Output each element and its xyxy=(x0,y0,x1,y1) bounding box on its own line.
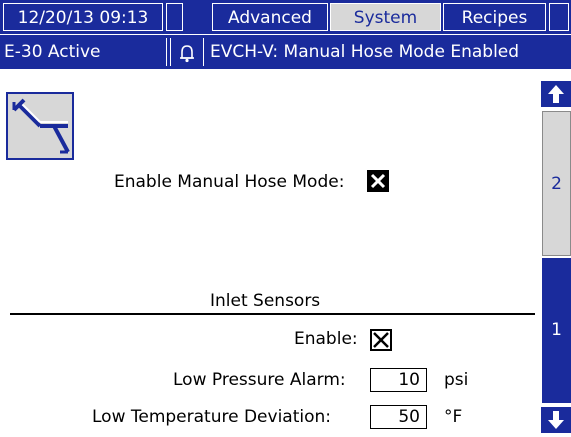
page-navigator: 2 1 xyxy=(541,70,571,437)
alarm-divider xyxy=(166,38,167,66)
page-tab-1[interactable]: 1 xyxy=(542,258,571,403)
low-pressure-alarm-label: Low Pressure Alarm: xyxy=(173,370,346,390)
tab-system[interactable]: System xyxy=(330,3,441,31)
setup-mode-icon[interactable] xyxy=(6,92,74,160)
event-message-text: EVCH-V: Manual Hose Mode Enabled xyxy=(210,42,520,62)
tab-scroll-right[interactable] xyxy=(549,3,569,31)
bell-icon xyxy=(176,42,198,64)
active-error-text: E-30 Active xyxy=(4,42,101,62)
main-content: Enable Manual Hose Mode: Inlet Sensors E… xyxy=(0,70,541,437)
alarm-divider xyxy=(170,38,171,66)
top-status-bar: 12/20/13 09:13 Advanced System Recipes xyxy=(0,0,571,34)
tab-advanced[interactable]: Advanced xyxy=(212,3,328,31)
manual-hose-mode-checkbox[interactable] xyxy=(367,170,389,192)
alarm-divider xyxy=(203,38,204,66)
alarm-bar: E-30 Active EVCH-V: Manual Hose Mode Ena… xyxy=(0,35,571,69)
low-temperature-deviation-unit: °F xyxy=(444,407,463,427)
page-tab-2[interactable]: 2 xyxy=(542,111,571,256)
low-temperature-deviation-label: Low Temperature Deviation: xyxy=(92,407,332,427)
inlet-sensors-heading: Inlet Sensors xyxy=(210,291,321,311)
status-tab-spacer xyxy=(166,3,183,31)
low-pressure-alarm-unit: psi xyxy=(444,370,469,390)
low-temperature-deviation-field[interactable]: 50 xyxy=(370,405,427,429)
manual-hose-mode-label: Enable Manual Hose Mode: xyxy=(114,172,345,192)
arrow-down-icon[interactable] xyxy=(541,407,571,433)
datetime-display: 12/20/13 09:13 xyxy=(3,3,163,31)
inlet-enable-checkbox[interactable] xyxy=(370,329,392,351)
low-pressure-alarm-field[interactable]: 10 xyxy=(370,368,427,392)
tab-recipes[interactable]: Recipes xyxy=(443,3,546,31)
section-divider xyxy=(10,313,535,315)
arrow-up-icon[interactable] xyxy=(541,81,571,107)
inlet-enable-label: Enable: xyxy=(294,329,358,349)
